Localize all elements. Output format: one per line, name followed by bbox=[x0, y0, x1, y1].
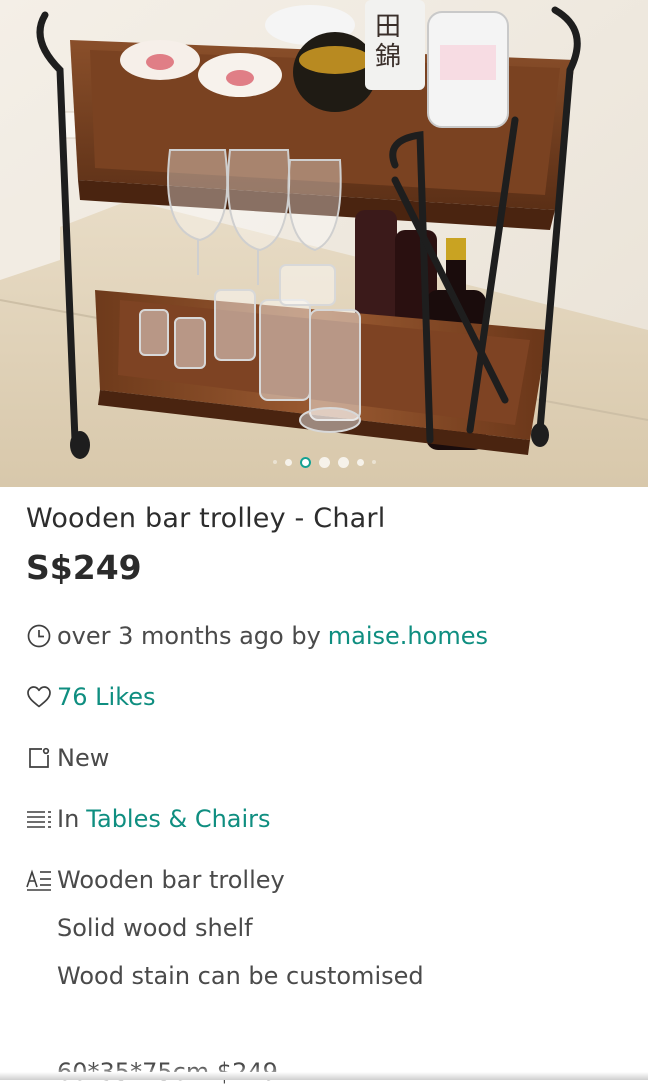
posted-time: over 3 months ago by bbox=[57, 622, 321, 650]
condition-row: New bbox=[26, 744, 109, 772]
gallery-pagination[interactable] bbox=[0, 455, 648, 469]
list-icon bbox=[26, 806, 52, 832]
listing-title: Wooden bar trolley - Charl bbox=[26, 503, 386, 534]
seller-link[interactable]: maise.homes bbox=[328, 622, 488, 650]
description-line: Wooden bar trolley bbox=[57, 866, 285, 894]
category-link[interactable]: Tables & Chairs bbox=[86, 805, 270, 833]
heart-icon[interactable] bbox=[26, 684, 52, 710]
gallery-dot[interactable] bbox=[371, 460, 376, 464]
product-photo[interactable]: 田 錦 bbox=[0, 0, 648, 487]
bottom-edge-shadow bbox=[0, 1072, 648, 1080]
gallery-dot[interactable] bbox=[284, 458, 292, 466]
description-line: Solid wood shelf bbox=[57, 914, 253, 942]
gallery-dot[interactable] bbox=[272, 460, 277, 464]
clock-icon bbox=[26, 623, 52, 649]
tag-icon bbox=[26, 745, 52, 771]
gallery-dot[interactable] bbox=[356, 458, 364, 466]
gallery-dot[interactable] bbox=[337, 456, 349, 468]
posted-row: over 3 months ago by maise.homes bbox=[26, 622, 488, 650]
likes-row[interactable]: 76 Likes bbox=[26, 683, 156, 711]
bar-trolley-image: 田 錦 bbox=[0, 0, 648, 487]
gallery-dot[interactable] bbox=[318, 456, 330, 468]
likes-count[interactable]: 76 Likes bbox=[57, 683, 156, 711]
listing-price: S$249 bbox=[26, 548, 142, 587]
description-line: Wood stain can be customised bbox=[57, 962, 424, 990]
description-row: Wooden bar trolley bbox=[26, 866, 285, 894]
text-format-icon bbox=[26, 867, 52, 893]
svg-text:錦: 錦 bbox=[375, 42, 401, 72]
category-prefix: In bbox=[57, 805, 80, 833]
category-row: In Tables & Chairs bbox=[26, 805, 271, 833]
condition-text: New bbox=[57, 744, 110, 772]
gallery-dot-active[interactable] bbox=[299, 456, 311, 468]
svg-text:田: 田 bbox=[375, 12, 401, 42]
